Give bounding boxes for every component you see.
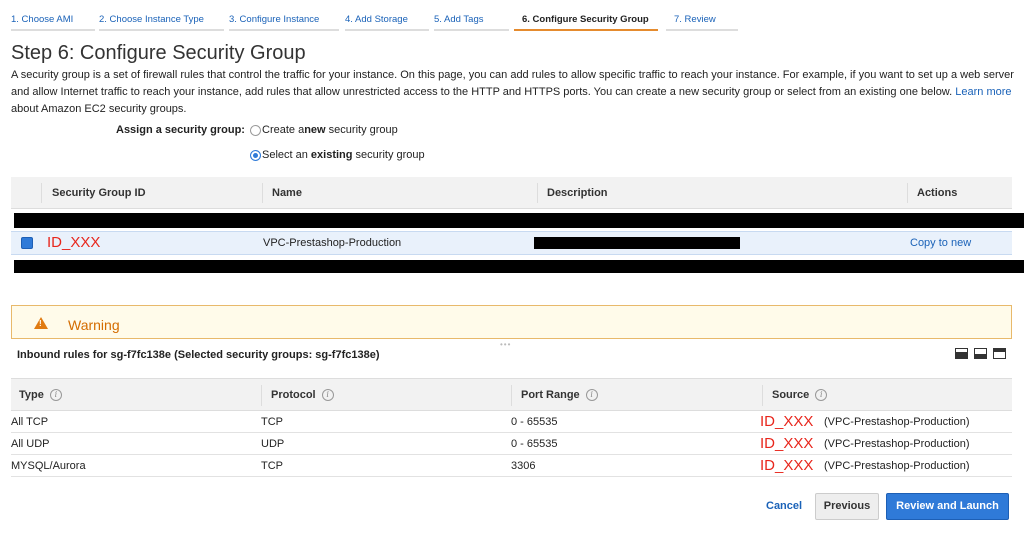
col-type[interactable]: Type i [19,389,62,401]
info-icon[interactable]: i [585,389,598,401]
radio-select-pre: Select an [262,149,311,161]
radio-create-bold: new [304,124,326,136]
radio-button-icon[interactable] [250,124,261,136]
assign-label: Assign a security group: [116,124,245,136]
radio-button-selected-icon[interactable] [250,149,261,161]
rule-protocol: UDP [261,438,285,450]
security-group-table: Security Group ID Name Description Actio… [11,177,1012,209]
rule-source-name: (VPC-Prestashop-Production) [824,438,970,450]
wizard-steps: 1. Choose AMI 2. Choose Instance Type 3.… [0,0,1024,34]
rule-protocol: TCP [261,416,283,428]
tab-review[interactable]: 7. Review [666,9,738,31]
col-security-group-id[interactable]: Security Group ID [52,187,146,199]
rule-port-range: 0 - 65535 [511,416,558,428]
inbound-table-header: Type i Protocol i Port Range i Source i [11,378,1012,411]
tab-configure-security-group[interactable]: 6. Configure Security Group [514,9,658,31]
tab-configure-instance[interactable]: 3. Configure Instance [229,9,339,31]
radio-select-bold: existing [310,149,353,161]
rule-protocol: TCP [261,460,283,472]
previous-button[interactable]: Previous [815,493,879,520]
rule-type: All UDP [11,438,50,450]
col-protocol[interactable]: Protocol i [271,389,334,401]
rule-source-name: (VPC-Prestashop-Production) [824,416,970,428]
row-checkbox-icon[interactable] [21,237,33,249]
info-icon[interactable]: i [321,389,334,401]
sg-table-header: Security Group ID Name Description Actio… [11,177,1012,209]
rule-type: All TCP [11,416,49,428]
warning-banner: ! Warning [11,305,1012,339]
resize-handle-icon[interactable]: ••• [500,340,511,349]
rule-source-id: ID_XXX [760,435,814,452]
rule-port-range: 3306 [511,460,536,472]
panel-expand-icon[interactable] [955,348,968,359]
rule-source-id: ID_XXX [760,413,814,430]
sg-name: VPC-Prestashop-Production [263,237,402,249]
inbound-rules-title: Inbound rules for sg-f7fc138e (Selected … [17,349,380,361]
copy-to-new-link[interactable]: Copy to new [910,237,971,249]
table-row: MYSQL/Aurora TCP 3306 ID_XXX (VPC-Presta… [11,455,1012,477]
col-source-label: Source [772,389,810,401]
cancel-button[interactable]: Cancel [766,500,802,512]
col-description[interactable]: Description [547,187,608,199]
tab-add-storage[interactable]: 4. Add Storage [345,9,429,31]
col-source[interactable]: Source i [772,389,828,401]
tab-choose-ami[interactable]: 1. Choose AMI [11,9,95,31]
radio-create-new[interactable]: Create a new security group [250,124,398,136]
col-actions: Actions [917,187,958,199]
review-and-launch-button[interactable]: Review and Launch [886,493,1009,520]
radio-create-pre: Create a [262,124,305,136]
col-port-range-label: Port Range [521,389,580,401]
table-row: All TCP TCP 0 - 65535 ID_XXX (VPC-Presta… [11,411,1012,433]
rule-source-name: (VPC-Prestashop-Production) [824,460,970,472]
inbound-rules-table: Type i Protocol i Port Range i Source i All … [11,378,1012,477]
intro-body: A security group is a set of firewall ru… [11,69,1014,98]
col-name[interactable]: Name [272,187,302,199]
sg-id: ID_XXX [47,234,101,251]
col-port-range[interactable]: Port Range i [521,389,598,401]
rule-source-id: ID_XXX [760,457,814,474]
table-row: All UDP UDP 0 - 65535 ID_XXX (VPC-Presta… [11,433,1012,455]
redaction-bar [14,213,1024,228]
description-redaction [534,237,740,249]
learn-more-link[interactable]: Learn more [955,86,1011,98]
panel-layout-controls [955,348,1006,359]
info-icon[interactable]: i [815,389,828,401]
intro-text: A security group is a set of firewall ru… [11,67,1016,118]
rule-port-range: 0 - 65535 [511,438,558,450]
col-protocol-label: Protocol [271,389,316,401]
tab-choose-instance-type[interactable]: 2. Choose Instance Type [99,9,224,31]
radio-select-existing[interactable]: Select an existing security group [250,149,425,161]
page-title: Step 6: Configure Security Group [11,42,306,64]
panel-collapse-icon[interactable] [993,348,1006,359]
warning-title: Warning [68,317,120,333]
panel-split-icon[interactable] [974,348,987,359]
radio-select-post: security group [352,149,425,161]
table-row-selected[interactable]: ID_XXX VPC-Prestashop-Production Copy to… [11,231,1012,255]
radio-create-post: security group [325,124,398,136]
info-icon[interactable]: i [49,389,62,401]
rule-type: MYSQL/Aurora [11,460,86,472]
col-type-label: Type [19,389,44,401]
tab-add-tags[interactable]: 5. Add Tags [434,9,509,31]
learn-more-suffix: about Amazon EC2 security groups. [11,103,187,115]
redaction-bar [14,260,1024,273]
